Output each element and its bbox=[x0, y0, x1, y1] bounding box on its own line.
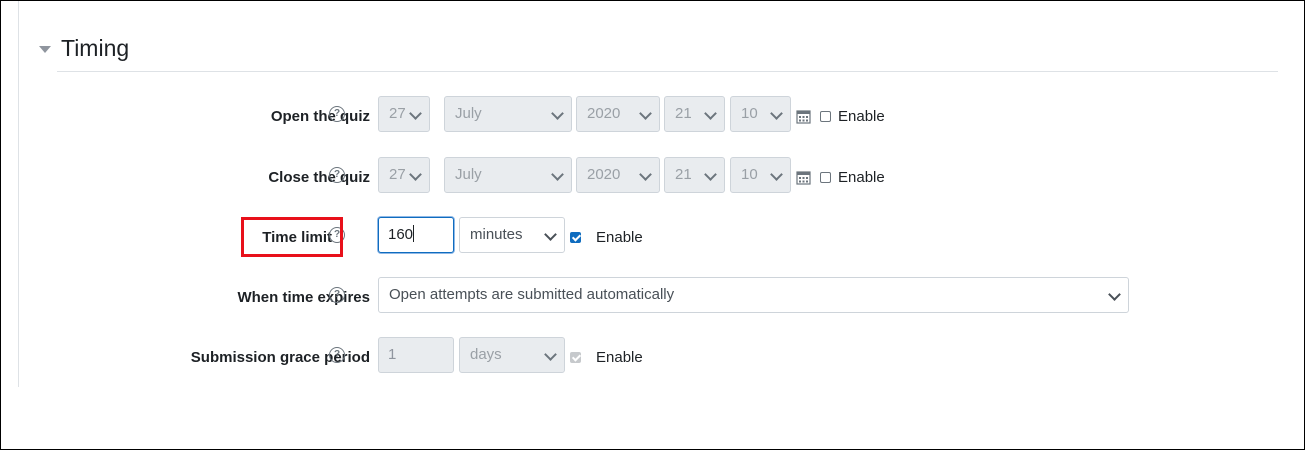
open-month-value: July bbox=[455, 105, 482, 122]
open-day-select[interactable]: 27 bbox=[378, 96, 430, 132]
chevron-down-icon bbox=[551, 107, 564, 120]
close-hour-value: 21 bbox=[675, 166, 692, 183]
check-icon bbox=[571, 232, 582, 242]
text-cursor bbox=[413, 225, 415, 242]
grace-period-value: 1 bbox=[388, 346, 397, 363]
grace-period-input[interactable]: 1 bbox=[378, 337, 454, 373]
when-time-expires-label: When time expires bbox=[237, 288, 370, 306]
time-limit-enable-label[interactable]: Enable bbox=[596, 229, 643, 246]
grace-period-enable-label[interactable]: Enable bbox=[596, 349, 643, 366]
grace-period-unit-value: days bbox=[470, 346, 502, 363]
close-day-value: 27 bbox=[389, 166, 406, 183]
grace-period-row: Submission grace period ? 1 days Enable bbox=[19, 337, 1289, 377]
chevron-down-icon bbox=[551, 168, 564, 181]
close-minute-select[interactable]: 10 bbox=[730, 157, 791, 193]
open-quiz-label: Open the quiz bbox=[270, 107, 370, 125]
close-year-value: 2020 bbox=[587, 166, 621, 183]
grace-period-enable-checkbox[interactable] bbox=[570, 352, 582, 363]
open-enable-checkbox[interactable] bbox=[820, 111, 831, 122]
open-month-select[interactable]: July bbox=[444, 96, 572, 132]
chevron-down-icon bbox=[704, 168, 717, 181]
close-month-value: July bbox=[455, 166, 482, 183]
close-day-select[interactable]: 27 bbox=[378, 157, 430, 193]
section-title: Timing bbox=[61, 34, 130, 61]
question-circle-icon[interactable]: ? bbox=[329, 167, 345, 183]
open-enable-label[interactable]: Enable bbox=[838, 108, 885, 125]
chevron-down-icon bbox=[544, 348, 557, 361]
chevron-down-icon bbox=[770, 168, 783, 181]
chevron-down-icon bbox=[639, 168, 652, 181]
time-limit-input[interactable]: 160 bbox=[378, 217, 454, 253]
calendar-icon[interactable] bbox=[796, 170, 811, 185]
open-minute-select[interactable]: 10 bbox=[730, 96, 791, 132]
when-time-expires-value: Open attempts are submitted automaticall… bbox=[389, 286, 675, 303]
close-hour-select[interactable]: 21 bbox=[664, 157, 725, 193]
time-limit-row: Time limit ? 160 minutes Enable bbox=[19, 217, 1289, 257]
timing-section-header[interactable]: Timing bbox=[39, 31, 129, 65]
close-enable-label[interactable]: Enable bbox=[838, 169, 885, 186]
question-circle-icon[interactable]: ? bbox=[329, 347, 345, 363]
time-limit-unit-value: minutes bbox=[470, 226, 523, 243]
close-year-select[interactable]: 2020 bbox=[576, 157, 660, 193]
time-limit-value: 160 bbox=[388, 226, 414, 243]
time-limit-unit-select[interactable]: minutes bbox=[459, 217, 565, 253]
question-circle-icon[interactable]: ? bbox=[329, 227, 345, 243]
chevron-down-icon bbox=[770, 107, 783, 120]
when-time-expires-select[interactable]: Open attempts are submitted automaticall… bbox=[378, 277, 1129, 313]
section-divider bbox=[57, 71, 1278, 72]
chevron-down-icon bbox=[639, 107, 652, 120]
close-quiz-row: Close the quiz ? 27 July 2020 21 10 Enab… bbox=[19, 157, 1289, 197]
open-year-select[interactable]: 2020 bbox=[576, 96, 660, 132]
chevron-down-icon bbox=[409, 168, 422, 181]
chevron-down-icon bbox=[1108, 288, 1121, 301]
time-limit-enable-checkbox[interactable] bbox=[570, 232, 582, 243]
open-day-value: 27 bbox=[389, 105, 406, 122]
calendar-icon[interactable] bbox=[796, 109, 811, 124]
open-year-value: 2020 bbox=[587, 105, 621, 122]
open-quiz-row: Open the quiz ? 27 July 2020 21 10 Enabl… bbox=[19, 96, 1289, 136]
open-hour-select[interactable]: 21 bbox=[664, 96, 725, 132]
time-limit-label: Time limit bbox=[262, 228, 332, 246]
open-hour-value: 21 bbox=[675, 105, 692, 122]
chevron-down-icon bbox=[544, 228, 557, 241]
timing-section: Timing Open the quiz ? 27 July 2020 21 1… bbox=[18, 1, 1289, 387]
caret-down-icon[interactable] bbox=[39, 45, 51, 53]
close-month-select[interactable]: July bbox=[444, 157, 572, 193]
question-circle-icon[interactable]: ? bbox=[329, 106, 345, 122]
grace-period-unit-select[interactable]: days bbox=[459, 337, 565, 373]
screenshot-frame: Timing Open the quiz ? 27 July 2020 21 1… bbox=[0, 0, 1305, 450]
close-quiz-label: Close the quiz bbox=[268, 168, 370, 186]
close-minute-value: 10 bbox=[741, 166, 758, 183]
open-minute-value: 10 bbox=[741, 105, 758, 122]
chevron-down-icon bbox=[704, 107, 717, 120]
check-icon bbox=[571, 352, 582, 362]
when-time-expires-row: When time expires ? Open attempts are su… bbox=[19, 277, 1289, 317]
close-enable-checkbox[interactable] bbox=[820, 172, 831, 183]
chevron-down-icon bbox=[409, 107, 422, 120]
question-circle-icon[interactable]: ? bbox=[329, 287, 345, 303]
